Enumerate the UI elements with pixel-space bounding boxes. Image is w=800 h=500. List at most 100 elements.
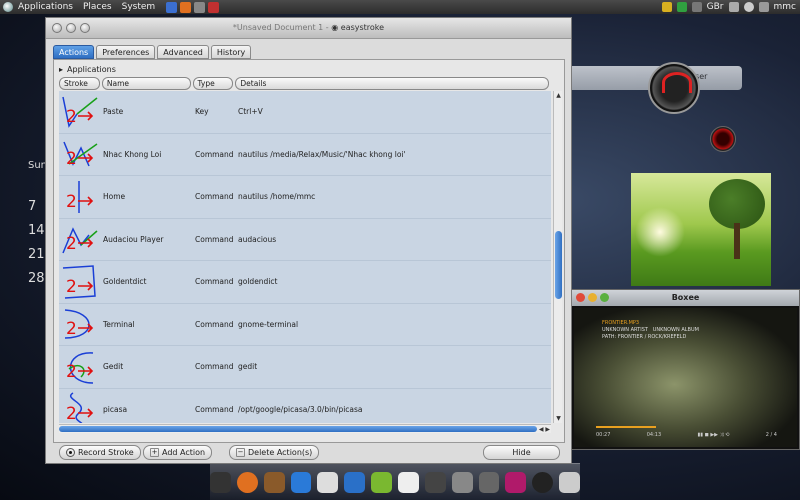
column-header-name[interactable]: Name	[101, 77, 191, 90]
column-header-details[interactable]: Details	[235, 77, 549, 90]
vertical-scroll-thumb[interactable]	[555, 231, 562, 299]
record-stroke-label: Record Stroke	[78, 448, 134, 457]
playback-buttons-icon[interactable]: ▮▮ ◼ ▶▶ ⤨ ⟲	[698, 432, 730, 438]
tray-power-icon[interactable]	[743, 2, 754, 12]
tray-volume-icon[interactable]	[691, 2, 702, 12]
terminal-launcher-icon[interactable]	[194, 1, 206, 13]
row-name: Audaciou Player	[103, 234, 164, 244]
gnome-foot-icon[interactable]	[3, 2, 13, 12]
dock-gedit-icon[interactable]	[371, 471, 392, 493]
dock-inkscape-icon[interactable]	[290, 471, 312, 493]
column-header-stroke[interactable]: Stroke	[59, 77, 100, 90]
delete-action-label: Delete Action(s)	[248, 448, 313, 457]
tab-advanced[interactable]: Advanced	[157, 45, 209, 59]
keyboard-layout-indicator[interactable]: GBr	[707, 2, 724, 12]
browser-launcher-icon[interactable]	[166, 1, 178, 13]
row-name: Goldentdict	[103, 277, 147, 287]
actions-list: 2 Paste Key Ctrl+V 2 Nhac Khong Loi Comm…	[59, 91, 551, 423]
dock-calendar-icon[interactable]	[398, 471, 419, 493]
tree-applications[interactable]: ▸ Applications	[59, 65, 116, 74]
column-headers: Stroke Name Type Details	[59, 77, 551, 90]
menu-applications[interactable]: Applications	[13, 2, 78, 12]
dock-system-icon[interactable]	[478, 471, 500, 493]
table-row[interactable]: 2 Terminal Command gnome-terminal	[59, 304, 551, 346]
horizontal-scroll-thumb[interactable]	[59, 426, 537, 432]
dock-trash-icon[interactable]	[559, 471, 581, 493]
cpu-gauge-icon	[648, 62, 700, 114]
user-name[interactable]: mmc	[774, 2, 796, 12]
svg-text:2: 2	[66, 234, 77, 254]
delete-action-button[interactable]: − Delete Action(s)	[229, 445, 320, 460]
tray-battery-icon[interactable]	[728, 2, 739, 12]
table-row[interactable]: 2 Home Command nautilus /home/mmc	[59, 176, 551, 219]
dock-editor-icon[interactable]	[317, 471, 339, 493]
tray-network-icon[interactable]	[676, 2, 687, 12]
tab-history[interactable]: History	[210, 45, 252, 59]
row-type: Command	[195, 404, 234, 414]
row-details: nautilus /home/mmc	[238, 192, 316, 202]
dock-mixer-icon[interactable]	[451, 471, 473, 493]
table-row[interactable]: 2 Audaciou Player Command audacious	[59, 219, 551, 261]
time-total: 04:13	[646, 431, 662, 438]
dock-terminal-icon[interactable]	[505, 471, 527, 493]
row-details: /opt/google/picasa/3.0/bin/picasa	[238, 404, 363, 414]
boxee-controls: 00:27 04:13 ▮▮ ◼ ▶▶ ⤨ ⟲ 2 / 4	[596, 426, 777, 439]
scroll-left-right-icon[interactable]: ◀ ▶	[539, 425, 550, 434]
tab-actions[interactable]: Actions	[53, 45, 95, 59]
scroll-down-icon[interactable]: ▼	[554, 414, 563, 423]
tab-preferences[interactable]: Preferences	[96, 45, 156, 59]
menu-places[interactable]: Places	[78, 2, 117, 12]
table-row[interactable]: 2 Gedit Command gedit	[59, 346, 551, 389]
track-file: FRONTIER.MP3	[602, 320, 640, 326]
actions-panel: ▸ Applications Stroke Name Type Details 2…	[53, 59, 565, 443]
window-titlebar[interactable]: *Unsaved Document 1 - ◉ easystroke	[46, 18, 571, 39]
window-title-app: easystroke	[340, 23, 385, 32]
row-details: Ctrl+V	[238, 107, 263, 117]
hide-button[interactable]: Hide	[483, 445, 560, 460]
row-type: Command	[195, 362, 234, 372]
panel-launchers	[166, 1, 220, 13]
record-stroke-button[interactable]: Record Stroke	[59, 445, 141, 460]
table-row[interactable]: 2 picasa Command /opt/google/picasa/3.0/…	[59, 389, 551, 423]
easystroke-logo-icon: ◉	[331, 23, 339, 32]
playback-progress[interactable]	[596, 426, 656, 428]
system-tray: GBr mmc	[661, 2, 796, 12]
menu-system[interactable]: System	[117, 2, 161, 12]
dock-shutdown-icon[interactable]	[532, 471, 554, 493]
easystroke-window[interactable]: *Unsaved Document 1 - ◉ easystroke Actio…	[45, 17, 572, 464]
svg-text:2: 2	[66, 362, 77, 382]
table-row[interactable]: 2 Nhac Khong Loi Command nautilus /media…	[59, 134, 551, 176]
row-type: Command	[195, 234, 234, 244]
svg-text:2: 2	[66, 192, 77, 212]
table-row[interactable]: 2 Paste Key Ctrl+V	[59, 91, 551, 134]
expander-arrow-icon[interactable]: ▸	[59, 65, 63, 74]
dock-network-icon[interactable]	[344, 471, 366, 493]
dock-player-icon[interactable]	[263, 471, 285, 493]
vertical-scrollbar[interactable]: ▲ ▼	[553, 91, 562, 423]
tray-user-icon[interactable]	[758, 2, 769, 12]
tray-folder-icon[interactable]	[661, 2, 672, 12]
svg-text:2: 2	[66, 107, 77, 127]
svg-text:2: 2	[66, 277, 77, 297]
dock-power-icon[interactable]	[209, 471, 231, 493]
add-action-label: Add Action	[162, 448, 206, 457]
add-icon: +	[150, 448, 159, 457]
stroke-gesture-icon: 2	[64, 309, 94, 339]
table-row[interactable]: 2 Goldentdict Command goldendict	[59, 261, 551, 304]
scroll-up-icon[interactable]: ▲	[554, 91, 563, 100]
media-launcher-icon[interactable]	[208, 1, 220, 13]
firefox-launcher-icon[interactable]	[180, 1, 192, 13]
dock-firefox-icon[interactable]	[236, 471, 258, 493]
row-name: Terminal	[103, 319, 135, 329]
boxee-window[interactable]: Boxee FRONTIER.MP3 UNKNOWN ARTIST UNKNOW…	[571, 289, 800, 450]
row-details: goldendict	[238, 277, 278, 287]
stroke-gesture-icon: 2	[66, 351, 94, 384]
horizontal-scrollbar[interactable]: ◀ ▶	[59, 424, 551, 433]
add-action-button[interactable]: + Add Action	[143, 445, 213, 460]
column-header-type[interactable]: Type	[192, 77, 234, 90]
boxee-player-screen[interactable]: FRONTIER.MP3 UNKNOWN ARTIST UNKNOWN ALBU…	[574, 308, 797, 447]
boxee-titlebar[interactable]: Boxee	[572, 290, 799, 306]
window-title-document: *Unsaved Document 1 -	[232, 23, 329, 32]
dock-settings-icon[interactable]	[424, 471, 446, 493]
row-type: Command	[195, 277, 234, 287]
